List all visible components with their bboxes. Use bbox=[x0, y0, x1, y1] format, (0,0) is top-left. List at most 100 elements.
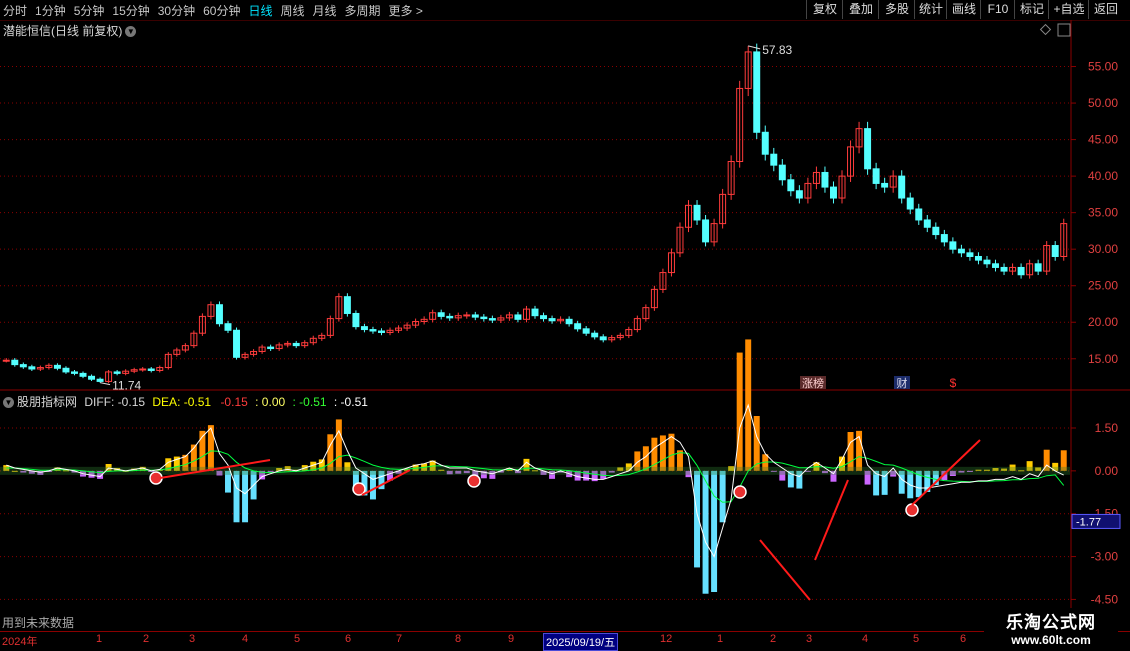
histogram-bar bbox=[369, 470, 376, 500]
candle-up bbox=[2, 359, 10, 362]
price-tick-label: 30.00 bbox=[1088, 242, 1118, 256]
trend-segment bbox=[759, 539, 811, 601]
histogram-bar bbox=[233, 470, 240, 523]
candle-down bbox=[957, 248, 965, 254]
event-tag-finance: 财 bbox=[897, 376, 908, 390]
candle-down bbox=[770, 153, 778, 166]
candle-down bbox=[360, 326, 368, 331]
candle-down bbox=[514, 314, 522, 320]
candle-down bbox=[787, 179, 795, 192]
candle-down bbox=[829, 186, 837, 199]
month-label: 5 bbox=[913, 633, 920, 645]
diff-value: DIFF: -0.15 bbox=[84, 395, 146, 409]
histogram-bar bbox=[847, 432, 854, 471]
candle-down bbox=[974, 255, 982, 261]
candle-down bbox=[591, 332, 599, 338]
price-tick-label: 20.00 bbox=[1088, 315, 1118, 329]
event-tag-limitup: 涨榜 bbox=[802, 376, 824, 390]
indicator-tick-label: -3.00 bbox=[1091, 550, 1119, 564]
chevron-down-icon[interactable]: ▼ bbox=[3, 397, 14, 409]
stock-chart-canvas[interactable]: 55.0050.0045.0040.0035.0030.0025.0020.00… bbox=[0, 0, 1130, 650]
year-label: 2024年 bbox=[2, 636, 38, 648]
candle-down bbox=[292, 342, 300, 347]
histogram-bar bbox=[327, 434, 334, 471]
candle-down bbox=[352, 312, 360, 328]
histogram-bar bbox=[668, 433, 675, 471]
indicator-value-2: : 0.00 bbox=[255, 395, 286, 409]
candle-down bbox=[62, 367, 70, 373]
candle-down bbox=[778, 164, 786, 181]
candle-down bbox=[923, 219, 931, 228]
candle-down bbox=[437, 312, 445, 317]
month-label: 1 bbox=[717, 633, 724, 645]
candle-down bbox=[28, 366, 36, 370]
month-label: 6 bbox=[345, 633, 352, 645]
indicator-title-bar: ▼ 股朋指标网 DIFF: -0.15 DEA: -0.51 -0.15 : 0.… bbox=[3, 393, 368, 410]
histogram-bar bbox=[207, 425, 214, 471]
candle-down bbox=[565, 318, 573, 325]
candle-down bbox=[369, 329, 377, 332]
month-label: 2 bbox=[770, 633, 777, 645]
candle-down bbox=[11, 359, 19, 366]
month-label: 3 bbox=[806, 633, 813, 645]
candle-down bbox=[343, 296, 351, 314]
histogram-bar bbox=[736, 352, 743, 471]
indicator-name: 股朋指标网 bbox=[17, 395, 78, 409]
candle-down bbox=[1051, 245, 1059, 257]
candle-down bbox=[992, 263, 999, 268]
low-price-label: 11.74 bbox=[112, 379, 141, 393]
candle-down bbox=[488, 318, 496, 321]
candle-down bbox=[753, 51, 761, 133]
month-label: 12 bbox=[660, 633, 673, 645]
candle-down bbox=[267, 346, 275, 350]
candle-down bbox=[881, 182, 889, 188]
histogram-bar bbox=[711, 470, 718, 592]
time-axis: 2024年 1 2 3 4 5 6 7 8 9 2025/09/19/五 12 … bbox=[0, 631, 1130, 651]
diamond-icon bbox=[1039, 23, 1052, 36]
event-tag-dollar: $ bbox=[950, 376, 957, 390]
month-label: 8 bbox=[455, 633, 462, 645]
current-value-label: -1.77 bbox=[1076, 516, 1101, 528]
candle-down bbox=[548, 318, 556, 322]
indicator-tick-label: 1.50 bbox=[1095, 421, 1119, 435]
buy-signal-icon bbox=[467, 474, 481, 488]
main-panel-title: 潜能恒信(日线 前复权) ▼ bbox=[3, 22, 137, 39]
candle-down bbox=[795, 190, 803, 199]
candle-down bbox=[446, 315, 454, 319]
candle-down bbox=[983, 259, 991, 265]
candle-down bbox=[79, 372, 87, 377]
candle-down bbox=[940, 234, 948, 243]
indicator-value-1: -0.15 bbox=[220, 395, 248, 409]
candle-down bbox=[599, 336, 607, 341]
indicator-tick-label: -4.50 bbox=[1091, 592, 1119, 606]
candle-down bbox=[378, 330, 385, 333]
candle-down bbox=[582, 328, 590, 334]
price-tick-label: 55.00 bbox=[1088, 60, 1118, 74]
candle-down bbox=[702, 219, 710, 243]
histogram-bar bbox=[719, 470, 726, 523]
panel-toggle-icon bbox=[1057, 23, 1071, 37]
month-label: 3 bbox=[189, 633, 196, 645]
histogram-bar bbox=[702, 470, 709, 594]
candle-down bbox=[480, 316, 488, 320]
price-tick-label: 25.00 bbox=[1088, 279, 1118, 293]
price-tick-label: 45.00 bbox=[1088, 133, 1118, 147]
month-label: 2 bbox=[143, 633, 150, 645]
month-label: 9 bbox=[508, 633, 515, 645]
month-label: 1 bbox=[96, 633, 103, 645]
site-watermark: 乐淘公式网 www.60lt.com bbox=[984, 608, 1118, 648]
indicator-tick-label: 0.00 bbox=[1095, 464, 1119, 478]
candle-down bbox=[19, 364, 27, 368]
candle-down bbox=[898, 175, 906, 199]
histogram-bar bbox=[753, 416, 760, 471]
candle-down bbox=[233, 329, 241, 358]
price-tick-label: 15.00 bbox=[1088, 352, 1118, 366]
buy-signal-icon bbox=[905, 503, 919, 517]
candle-down bbox=[1017, 266, 1025, 276]
month-label: 5 bbox=[294, 633, 301, 645]
price-tick-label: 50.00 bbox=[1088, 96, 1118, 110]
candle-down bbox=[540, 315, 548, 320]
indicator-value-4: : -0.51 bbox=[333, 395, 368, 409]
chevron-down-icon[interactable]: ▼ bbox=[125, 26, 137, 38]
trend-segment bbox=[814, 479, 849, 561]
